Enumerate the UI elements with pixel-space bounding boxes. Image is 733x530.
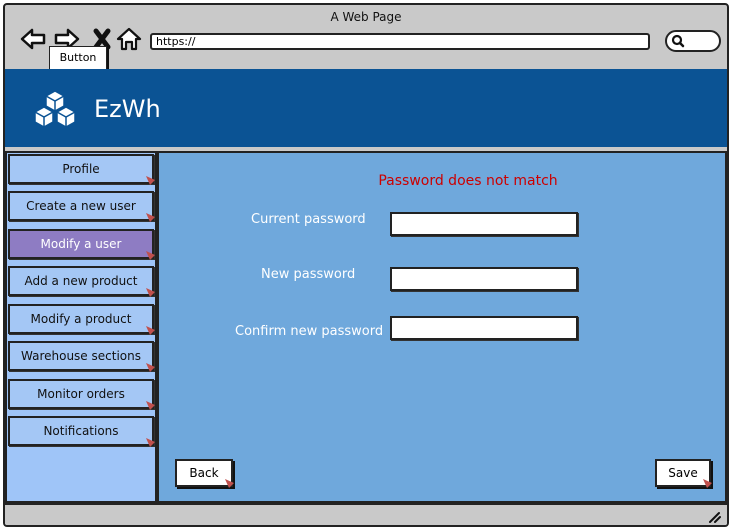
button-tooltip: Button — [49, 46, 107, 70]
current-password-label: Current password — [251, 212, 366, 227]
search-field[interactable] — [665, 30, 721, 52]
sidebar-item-label: Modify a product — [30, 312, 132, 326]
link-marker-icon — [146, 438, 155, 447]
error-message: Password does not match — [378, 173, 558, 189]
new-password-field[interactable] — [390, 267, 578, 291]
sidebar-item-label: Profile — [62, 162, 100, 176]
new-password-label: New password — [261, 267, 356, 282]
save-button-label: Save — [668, 466, 698, 480]
sidebar-item-label: Warehouse sections — [21, 349, 141, 363]
sidebar-item-notifications[interactable]: Notifications — [8, 416, 155, 447]
link-marker-icon — [225, 479, 234, 488]
resize-grip-icon[interactable] — [707, 509, 721, 523]
link-marker-icon — [146, 176, 155, 185]
main-panel: Password does not match Current password… — [157, 151, 727, 503]
status-bar — [5, 503, 727, 525]
sidebar-item-label: Modify a user — [40, 237, 122, 251]
home-icon[interactable] — [115, 25, 143, 53]
sidebar-item-label: Monitor orders — [37, 387, 125, 401]
browser-window: A Web Page Button https:// EzWh Profile … — [3, 3, 729, 527]
sidebar-item-modify-user[interactable]: Modify a user — [8, 229, 155, 260]
sidebar-item-warehouse-sections[interactable]: Warehouse sections — [8, 341, 155, 372]
confirm-password-field[interactable] — [390, 316, 578, 340]
current-password-field[interactable] — [390, 212, 578, 236]
link-marker-icon — [146, 363, 155, 372]
sidebar-item-label: Notifications — [43, 424, 119, 438]
link-marker-icon — [146, 326, 155, 335]
url-input[interactable]: https:// — [150, 33, 650, 50]
sidebar-item-profile[interactable]: Profile — [8, 154, 155, 185]
sidebar-item-monitor-orders[interactable]: Monitor orders — [8, 379, 155, 410]
sidebar-item-label: Add a new product — [24, 274, 138, 288]
brand-name: EzWh — [94, 95, 161, 123]
link-marker-icon — [146, 213, 155, 222]
link-marker-icon — [146, 288, 155, 297]
link-marker-icon — [146, 251, 155, 260]
link-marker-icon — [146, 401, 155, 410]
app-header: EzWh — [5, 69, 727, 147]
link-marker-icon — [703, 479, 712, 488]
sidebar-item-add-product[interactable]: Add a new product — [8, 266, 155, 297]
save-button[interactable]: Save — [655, 459, 712, 488]
search-icon — [671, 34, 685, 48]
window-title: A Web Page — [330, 10, 402, 24]
confirm-password-label: Confirm new password — [235, 324, 384, 339]
back-button-label: Back — [189, 466, 219, 480]
cubes-logo-icon — [34, 90, 76, 127]
back-arrow-icon[interactable] — [19, 25, 47, 53]
back-button[interactable]: Back — [175, 459, 234, 488]
sidebar-item-label: Create a new user — [26, 199, 136, 213]
sidebar-item-modify-product[interactable]: Modify a product — [8, 304, 155, 335]
sidebar: Profile Create a new user Modify a user … — [5, 151, 157, 503]
sidebar-item-create-user[interactable]: Create a new user — [8, 191, 155, 222]
